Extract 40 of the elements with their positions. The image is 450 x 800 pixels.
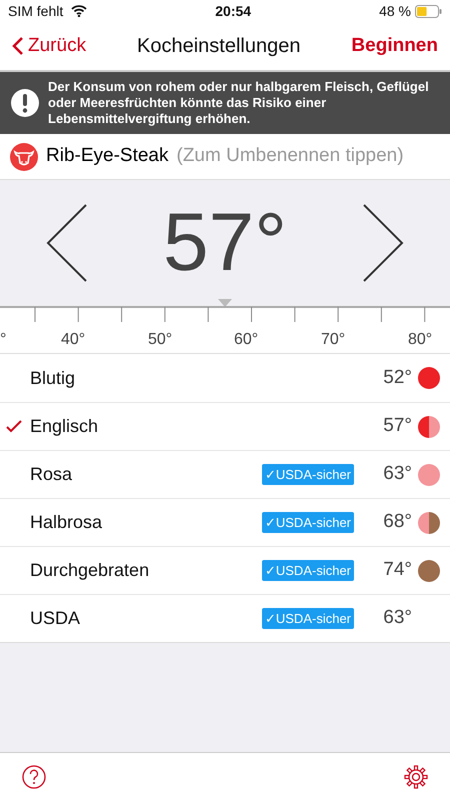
increase-button[interactable]	[362, 204, 404, 282]
doneness-dot	[418, 416, 440, 438]
doneness-row[interactable]: Englisch 57°	[0, 402, 450, 450]
doneness-dot	[418, 464, 440, 486]
wifi-icon	[71, 5, 88, 17]
page-title: Kocheinstellungen	[137, 34, 300, 59]
pointer-icon	[218, 299, 232, 307]
cow-icon	[10, 142, 38, 170]
help-button[interactable]	[22, 764, 46, 788]
ruler-label: 40°	[61, 330, 86, 350]
ruler-label: 70°	[321, 330, 346, 350]
usda-safe-tag: ✓USDA-sicher	[262, 560, 354, 582]
meat-name-button[interactable]: Rib-Eye-Steak (Zum Umbenennen tippen)	[46, 142, 404, 171]
clock: 20:54	[215, 2, 252, 20]
start-button[interactable]: Beginnen	[351, 32, 438, 60]
temperature-value: 57°	[162, 202, 287, 284]
doneness-dot	[418, 512, 440, 534]
battery-percent: 48 %	[379, 2, 411, 20]
doneness-row[interactable]: Durchgebraten ✓USDA-sicher 74°	[0, 546, 450, 594]
usda-safe-tag: ✓USDA-sicher	[262, 608, 354, 630]
back-button[interactable]: Zurück	[12, 32, 86, 60]
carrier-label: SIM fehlt	[8, 2, 64, 20]
ruler-label: 80°	[408, 330, 432, 350]
decrease-button[interactable]	[46, 204, 88, 282]
doneness-dot	[418, 367, 440, 389]
ruler-label: 50°	[148, 330, 172, 350]
settings-button[interactable]	[404, 764, 428, 788]
usda-safe-tag: ✓USDA-sicher	[262, 464, 354, 486]
warning-icon	[10, 88, 40, 118]
doneness-row[interactable]: USDA ✓USDA-sicher 63°	[0, 594, 450, 642]
doneness-row[interactable]: Rosa ✓USDA-sicher 63°	[0, 450, 450, 498]
battery-icon	[414, 4, 442, 18]
ruler-label: °	[0, 330, 6, 350]
back-chevron-icon	[12, 36, 24, 56]
doneness-row[interactable]: Halbrosa ✓USDA-sicher 68°	[0, 498, 450, 546]
doneness-dot	[418, 560, 440, 582]
usda-safe-tag: ✓USDA-sicher	[262, 512, 354, 534]
doneness-row[interactable]: Blutig 52°	[0, 354, 450, 402]
ruler-label: 60°	[234, 330, 258, 350]
warning-text: Der Konsum von rohem oder nur halbgarem Fleisch, Geflügel oder Meeresfrüchten könnte das Risiko einer Lebensmittelvergiftung erhöhen.	[48, 79, 430, 127]
